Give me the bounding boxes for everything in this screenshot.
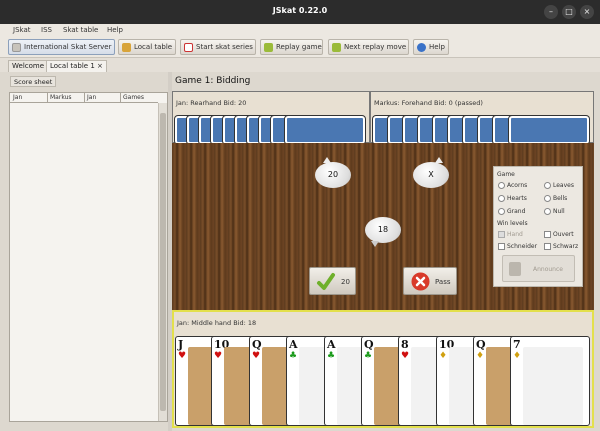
radio-leaves[interactable] — [544, 182, 551, 189]
local-table-button[interactable]: Local table — [118, 39, 176, 55]
menu-help[interactable]: Help — [107, 26, 123, 34]
tab-score-sheet[interactable]: Score sheet — [10, 76, 57, 87]
left-opponent-label: Jan: Rearhand Bid: 20 — [176, 99, 247, 107]
player-label: Jan: Middle hand Bid: 18 — [177, 319, 257, 327]
card-suit-icon: ♥ — [401, 351, 410, 361]
score-table-header: Jan Markus Jan Games — [10, 93, 158, 103]
score-scrollbar[interactable] — [158, 103, 167, 421]
label-leaves: Leaves — [553, 182, 574, 189]
menu-jskat[interactable]: JSkat — [13, 26, 30, 34]
checkbox-hand[interactable] — [498, 231, 505, 238]
bid-button[interactable]: 20 — [309, 267, 356, 295]
announce-button[interactable]: Announce — [502, 255, 575, 282]
right-opponent-area: Markus: Forehand Bid: 0 (passed) — [370, 91, 594, 144]
label-hearts: Hearts — [507, 195, 527, 202]
column-header[interactable]: Markus — [50, 94, 72, 101]
card-rank: A — [289, 338, 298, 351]
card-rank: A — [327, 338, 336, 351]
label-ouvert: Ouvert — [553, 231, 574, 238]
start-series-button[interactable]: Start skat series — [180, 39, 256, 55]
radio-bells[interactable] — [544, 195, 551, 202]
table-icon — [122, 43, 131, 52]
game-announce-panel: Game Acorns Leaves Hearts Bells Grand Nu… — [493, 166, 583, 287]
tab-welcome[interactable]: Welcome — [8, 60, 49, 72]
label-grand: Grand — [507, 208, 526, 215]
menu-iss[interactable]: ISS — [41, 26, 52, 34]
left-bid-bubble: 20 — [315, 157, 351, 188]
card-rank: Q — [476, 338, 486, 351]
tab-bar: Welcome Local table 1 × — [0, 58, 600, 72]
label-hand: Hand — [507, 231, 523, 238]
right-opponent-label: Markus: Forehand Bid: 0 (passed) — [374, 99, 483, 107]
window-titlebar: JSkat 0.22.0 – □ × — [0, 0, 600, 24]
next-replay-move-button[interactable]: Next replay move — [328, 39, 409, 55]
cards-icon — [184, 43, 193, 52]
card-rank: Q — [252, 338, 262, 351]
announce-label: Announce — [533, 266, 563, 273]
card-suit-icon: ♥ — [252, 351, 261, 361]
card-suit-icon: ♦ — [476, 351, 485, 361]
toolbar: International Skat Server Local table St… — [0, 37, 600, 58]
radio-grand[interactable] — [498, 208, 505, 215]
maximize-button[interactable]: □ — [562, 5, 576, 19]
iss-button[interactable]: International Skat Server — [8, 39, 115, 55]
checkbox-ouvert[interactable] — [544, 231, 551, 238]
score-sheet-panel: Score sheet Jan Markus Jan Games — [6, 75, 168, 424]
card-rank: Q — [364, 338, 374, 351]
column-header[interactable]: Jan — [13, 94, 22, 101]
help-button[interactable]: Help — [413, 39, 449, 55]
announce-icon — [509, 262, 521, 276]
card-suit-icon: ♦ — [513, 351, 522, 361]
label-acorns: Acorns — [507, 182, 528, 189]
card-suit-icon: ♣ — [289, 351, 298, 361]
checkbox-schneider[interactable] — [498, 243, 505, 250]
scrollbar-thumb[interactable] — [160, 113, 166, 411]
column-header[interactable]: Jan — [87, 94, 96, 101]
playing-card[interactable]: 7 ♦ — [510, 336, 590, 426]
game-section-label: Game — [497, 171, 515, 178]
radio-acorns[interactable] — [498, 182, 505, 189]
menu-skat-table[interactable]: Skat table — [63, 26, 98, 34]
minimize-button[interactable]: – — [544, 5, 558, 19]
window-title: JSkat 0.22.0 — [272, 6, 328, 15]
help-icon — [417, 43, 426, 52]
win-levels-label: Win levels — [497, 220, 528, 227]
label-schwarz: Schwarz — [553, 243, 579, 250]
card-back — [285, 116, 365, 144]
replay-icon — [264, 43, 273, 52]
player-bid-bubble: 18 — [365, 217, 401, 247]
close-window-button[interactable]: × — [580, 5, 594, 19]
player-hand-area: Jan: Middle hand Bid: 18 J ♥ 10 ♥ Q ♥ A ♣ A ♣ Q ♣ 8 ♥… — [172, 310, 594, 428]
radio-null[interactable] — [544, 208, 551, 215]
checkbox-schwarz[interactable] — [544, 243, 551, 250]
card-artwork — [523, 347, 583, 425]
replay-game-button[interactable]: Replay game — [260, 39, 323, 55]
card-rank: J — [178, 338, 184, 351]
card-suit-icon: ♣ — [327, 351, 336, 361]
column-header[interactable]: Games — [123, 94, 144, 101]
label-schneider: Schneider — [507, 243, 538, 250]
card-back — [509, 116, 589, 144]
next-icon — [332, 43, 341, 52]
card-suit-icon: ♥ — [214, 351, 223, 361]
right-bid-bubble: X — [413, 157, 449, 188]
game-title: Game 1: Bidding — [175, 76, 251, 86]
card-rank: 7 — [513, 338, 521, 351]
score-table: Jan Markus Jan Games — [9, 92, 168, 422]
tab-local-table-1[interactable]: Local table 1 × — [46, 60, 107, 72]
left-opponent-area: Jan: Rearhand Bid: 20 — [172, 91, 370, 144]
cancel-icon — [411, 272, 430, 291]
card-rank: 8 — [401, 338, 409, 351]
label-bells: Bells — [553, 195, 568, 202]
card-suit-icon: ♥ — [178, 351, 187, 361]
card-suit-icon: ♦ — [439, 351, 448, 361]
radio-hearts[interactable] — [498, 195, 505, 202]
network-icon — [12, 43, 21, 52]
close-tab-icon[interactable]: × — [97, 62, 103, 70]
label-null: Null — [553, 208, 565, 215]
menu-bar: JSkat ISS Skat table Help — [0, 24, 600, 37]
pass-button[interactable]: Pass — [403, 267, 457, 295]
card-suit-icon: ♣ — [364, 351, 373, 361]
checkmark-icon — [317, 273, 335, 290]
